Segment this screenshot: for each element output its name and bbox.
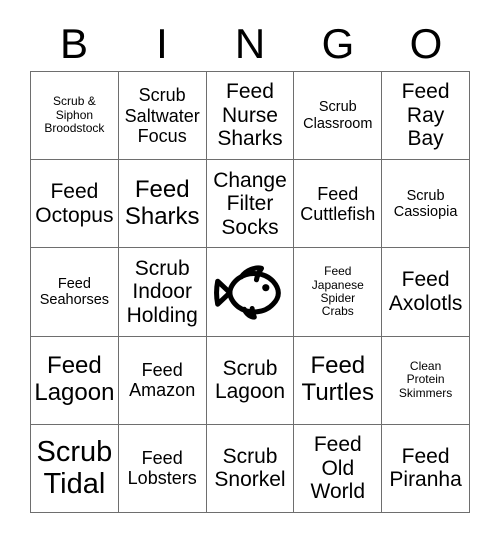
bingo-cell[interactable]: Scrub Saltwater Focus [118,72,207,161]
fish-icon [214,264,286,320]
bingo-cell-label: Scrub Saltwater Focus [124,85,200,146]
header-letter-g: G [321,19,355,67]
bingo-cell[interactable]: Feed Japanese Spider Crabs [294,248,383,337]
bingo-cell-label: Feed Lobsters [127,448,197,489]
bingo-cell[interactable]: Feed Cuttlefish [294,160,383,249]
bingo-cell[interactable]: Change Filter Socks [206,160,295,249]
bingo-cell[interactable]: Feed Axolotls [382,248,470,337]
bingo-cell-label: Scrub Indoor Holding [126,256,198,327]
bingo-cell[interactable]: Feed Lobsters [118,424,207,513]
bingo-cell-label: Feed Cuttlefish [300,183,376,224]
bingo-header: B I N G O [30,16,470,71]
bingo-cell[interactable]: Scrub & Siphon Broodstock [31,72,119,161]
bingo-cell[interactable]: Scrub Cassiopia [382,160,470,249]
bingo-cell-label: Feed Ray Bay [401,80,450,151]
bingo-cell-label: Scrub Lagoon [214,356,286,404]
bingo-cell[interactable]: Feed Lagoon [31,336,119,425]
bingo-cell[interactable]: Scrub Indoor Holding [118,248,207,337]
bingo-cell-label: Scrub & Siphon Broodstock [44,94,105,136]
bingo-cell-label: Feed Nurse Sharks [217,80,283,151]
bingo-cell[interactable]: Feed Turtles [294,336,383,425]
bingo-cell[interactable]: Feed Old World [294,424,383,513]
bingo-cell[interactable]: Scrub Classroom [294,72,383,161]
bingo-cell-label: Feed Lagoon [34,352,115,407]
bingo-cell[interactable]: Clean Protein Skimmers [382,336,470,425]
bingo-free-space-cell[interactable] [206,248,295,337]
header-letter-b: B [59,19,88,67]
bingo-cell-label: Scrub Snorkel [214,444,286,492]
bingo-cell[interactable]: Feed Piranha [382,424,470,513]
bingo-cell[interactable]: Feed Amazon [118,336,207,425]
bingo-cell-label: Feed Axolotls [388,268,463,315]
bingo-cell-label: Feed Octopus [35,180,114,227]
bingo-cell[interactable]: Scrub Tidal [31,424,119,513]
bingo-cell-label: Feed Amazon [129,360,196,401]
bingo-cell-label: Feed Old World [310,433,366,504]
header-letter-o: O [409,19,443,67]
header-letter-n: N [234,19,266,67]
bingo-cell-label: Scrub Classroom [303,99,373,132]
bingo-cell-label: Feed Turtles [301,352,375,407]
bingo-grid: Scrub & Siphon Broodstock Scrub Saltwater… [30,71,470,513]
bingo-cell-label: Change Filter Socks [213,168,287,239]
bingo-cell[interactable]: Feed Nurse Sharks [206,72,295,161]
header-letter-i: I [156,19,168,67]
bingo-cell-label: Feed Piranha [389,444,462,492]
bingo-card: B I N G O Scrub & Siphon Broodstock Scrub… [0,0,500,544]
bingo-cell-label: Clean Protein Skimmers [398,359,453,400]
bingo-cell[interactable]: Feed Seahorses [31,248,119,337]
bingo-cell[interactable]: Feed Sharks [118,160,207,249]
bingo-cell-label: Feed Seahorses [39,275,110,308]
bingo-cell-label: Feed Sharks [124,175,200,230]
bingo-cell[interactable]: Scrub Snorkel [206,424,295,513]
bingo-cell-label: Scrub Cassiopia [393,187,458,220]
bingo-cell-label: Scrub Tidal [36,435,113,501]
bingo-cell-label: Feed Japanese Spider Crabs [311,264,364,319]
bingo-cell[interactable]: Feed Ray Bay [382,72,470,161]
bingo-cell[interactable]: Feed Octopus [31,160,119,249]
bingo-cell[interactable]: Scrub Lagoon [206,336,295,425]
